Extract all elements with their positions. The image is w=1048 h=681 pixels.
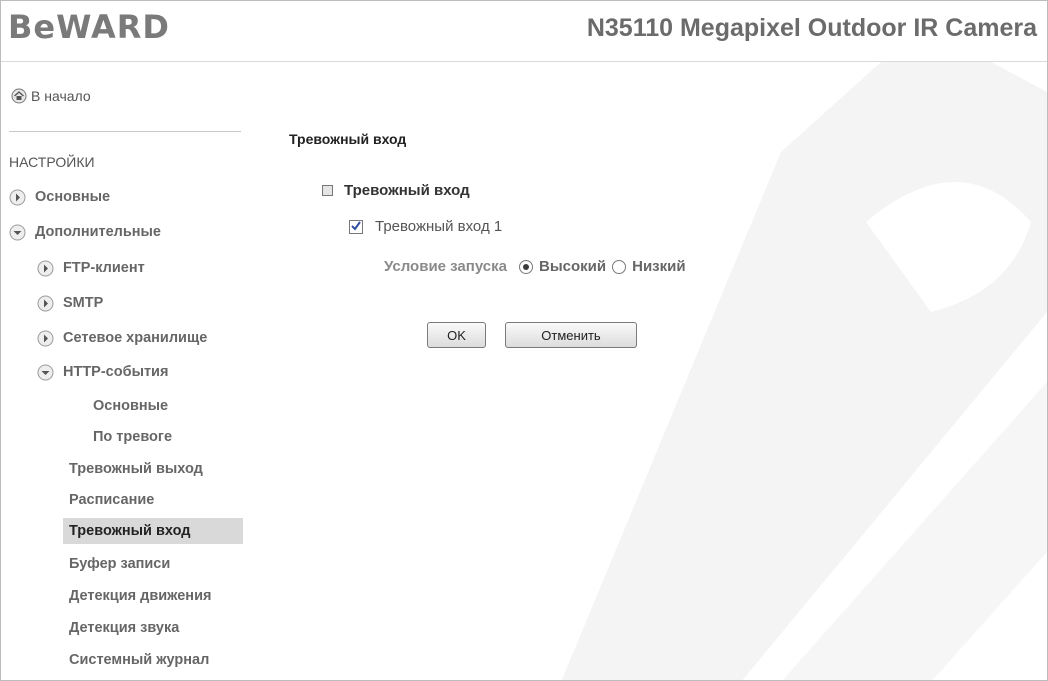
sidebar-item-http-events[interactable]: HTTP-события [37,359,168,385]
sidebar-item-label: Сетевое хранилище [63,330,208,346]
sidebar-item-label: Тревожный выход [69,461,203,477]
sidebar-divider [9,131,241,132]
sidebar-item-label: Расписание [69,492,155,508]
chevron-right-icon [9,189,26,205]
product-title: N35110 Megapixel Outdoor IR Camera [586,14,1037,42]
sidebar-item-label: Основные [35,189,111,205]
sidebar-item-schedule[interactable]: Расписание [69,487,154,513]
chevron-down-icon [9,224,26,240]
chevron-right-icon [37,260,54,276]
sidebar-item-label: Дополнительные [35,224,161,240]
sidebar-item-http-basic[interactable]: Основные [93,393,168,419]
sidebar-item-nas[interactable]: Сетевое хранилище [37,325,207,351]
sidebar-item-basic[interactable]: Основные [9,184,110,210]
cancel-button[interactable]: Отменить [505,322,637,348]
brand-logo: BeWARD [8,8,208,55]
sidebar-item-alarm-output[interactable]: Тревожный выход [69,456,203,482]
trigger-condition-label: Условие запуска [384,258,507,275]
radio-high[interactable] [519,259,533,274]
radio-high-label: Высокий [539,258,607,275]
home-label: В начало [31,88,91,104]
sidebar-item-label: По тревоге [93,429,173,445]
sidebar-item-label: HTTP-события [63,364,169,380]
ok-button[interactable]: OK [427,322,486,348]
svg-text:BeWARD: BeWARD [8,9,170,46]
sidebar-item-alarm-input[interactable]: Тревожный вход [63,518,243,544]
home-icon [11,88,27,104]
main-content: Тревожный вход Тревожный вход Тревожный … [244,62,1047,680]
sidebar-item-http-alarm[interactable]: По тревоге [93,424,172,450]
header: BeWARD N35110 Megapixel Outdoor IR Camer… [1,1,1047,62]
alarm-input-1-checkbox[interactable] [349,219,363,234]
app-window: BeWARD N35110 Megapixel Outdoor IR Camer… [0,0,1048,681]
sidebar-item-advanced[interactable]: Дополнительные [9,219,161,245]
chevron-right-icon [37,295,54,311]
sidebar-item-system-log[interactable]: Системный журнал [69,647,209,673]
sidebar-item-label: Буфер записи [69,556,171,572]
radio-low[interactable] [612,259,627,274]
chevron-down-icon [37,364,54,380]
alarm-input-group: Тревожный вход [322,182,470,199]
sidebar-item-ftp[interactable]: FTP-клиент [37,255,145,281]
alarm-input-1-label: Тревожный вход 1 [375,218,503,235]
sidebar-item-label: Детекция звука [69,620,180,636]
sidebar-section-title: НАСТРОЙКИ [9,154,95,170]
sidebar-item-label: Основные [93,398,169,414]
group-title: Тревожный вход [344,182,470,199]
sidebar-item-record-buffer[interactable]: Буфер записи [69,551,170,577]
alarm-input-1-row: Тревожный вход 1 [349,218,502,235]
sidebar-item-motion-detection[interactable]: Детекция движения [69,583,211,609]
sidebar: В начало НАСТРОЙКИ Основные Дополнительн… [1,62,243,680]
radio-low-label: Низкий [632,258,686,275]
logo-graphic: BeWARD [8,8,170,46]
chevron-right-icon [37,330,54,346]
sidebar-item-audio-detection[interactable]: Детекция звука [69,615,179,641]
sidebar-item-label: SMTP [63,295,104,311]
sidebar-item-label: FTP-клиент [63,260,145,276]
sidebar-item-label: Тревожный вход [69,523,191,539]
sidebar-item-label: Детекция движения [69,588,212,604]
trigger-condition-row: Условие запуска Высокий Низкий [384,258,692,275]
collapse-square-icon[interactable] [322,185,333,196]
checkmark-icon [351,220,361,231]
sidebar-item-label: Системный журнал [69,652,210,668]
sidebar-item-smtp[interactable]: SMTP [37,290,103,316]
home-link[interactable]: В начало [11,88,91,104]
page-title: Тревожный вход [289,131,407,147]
